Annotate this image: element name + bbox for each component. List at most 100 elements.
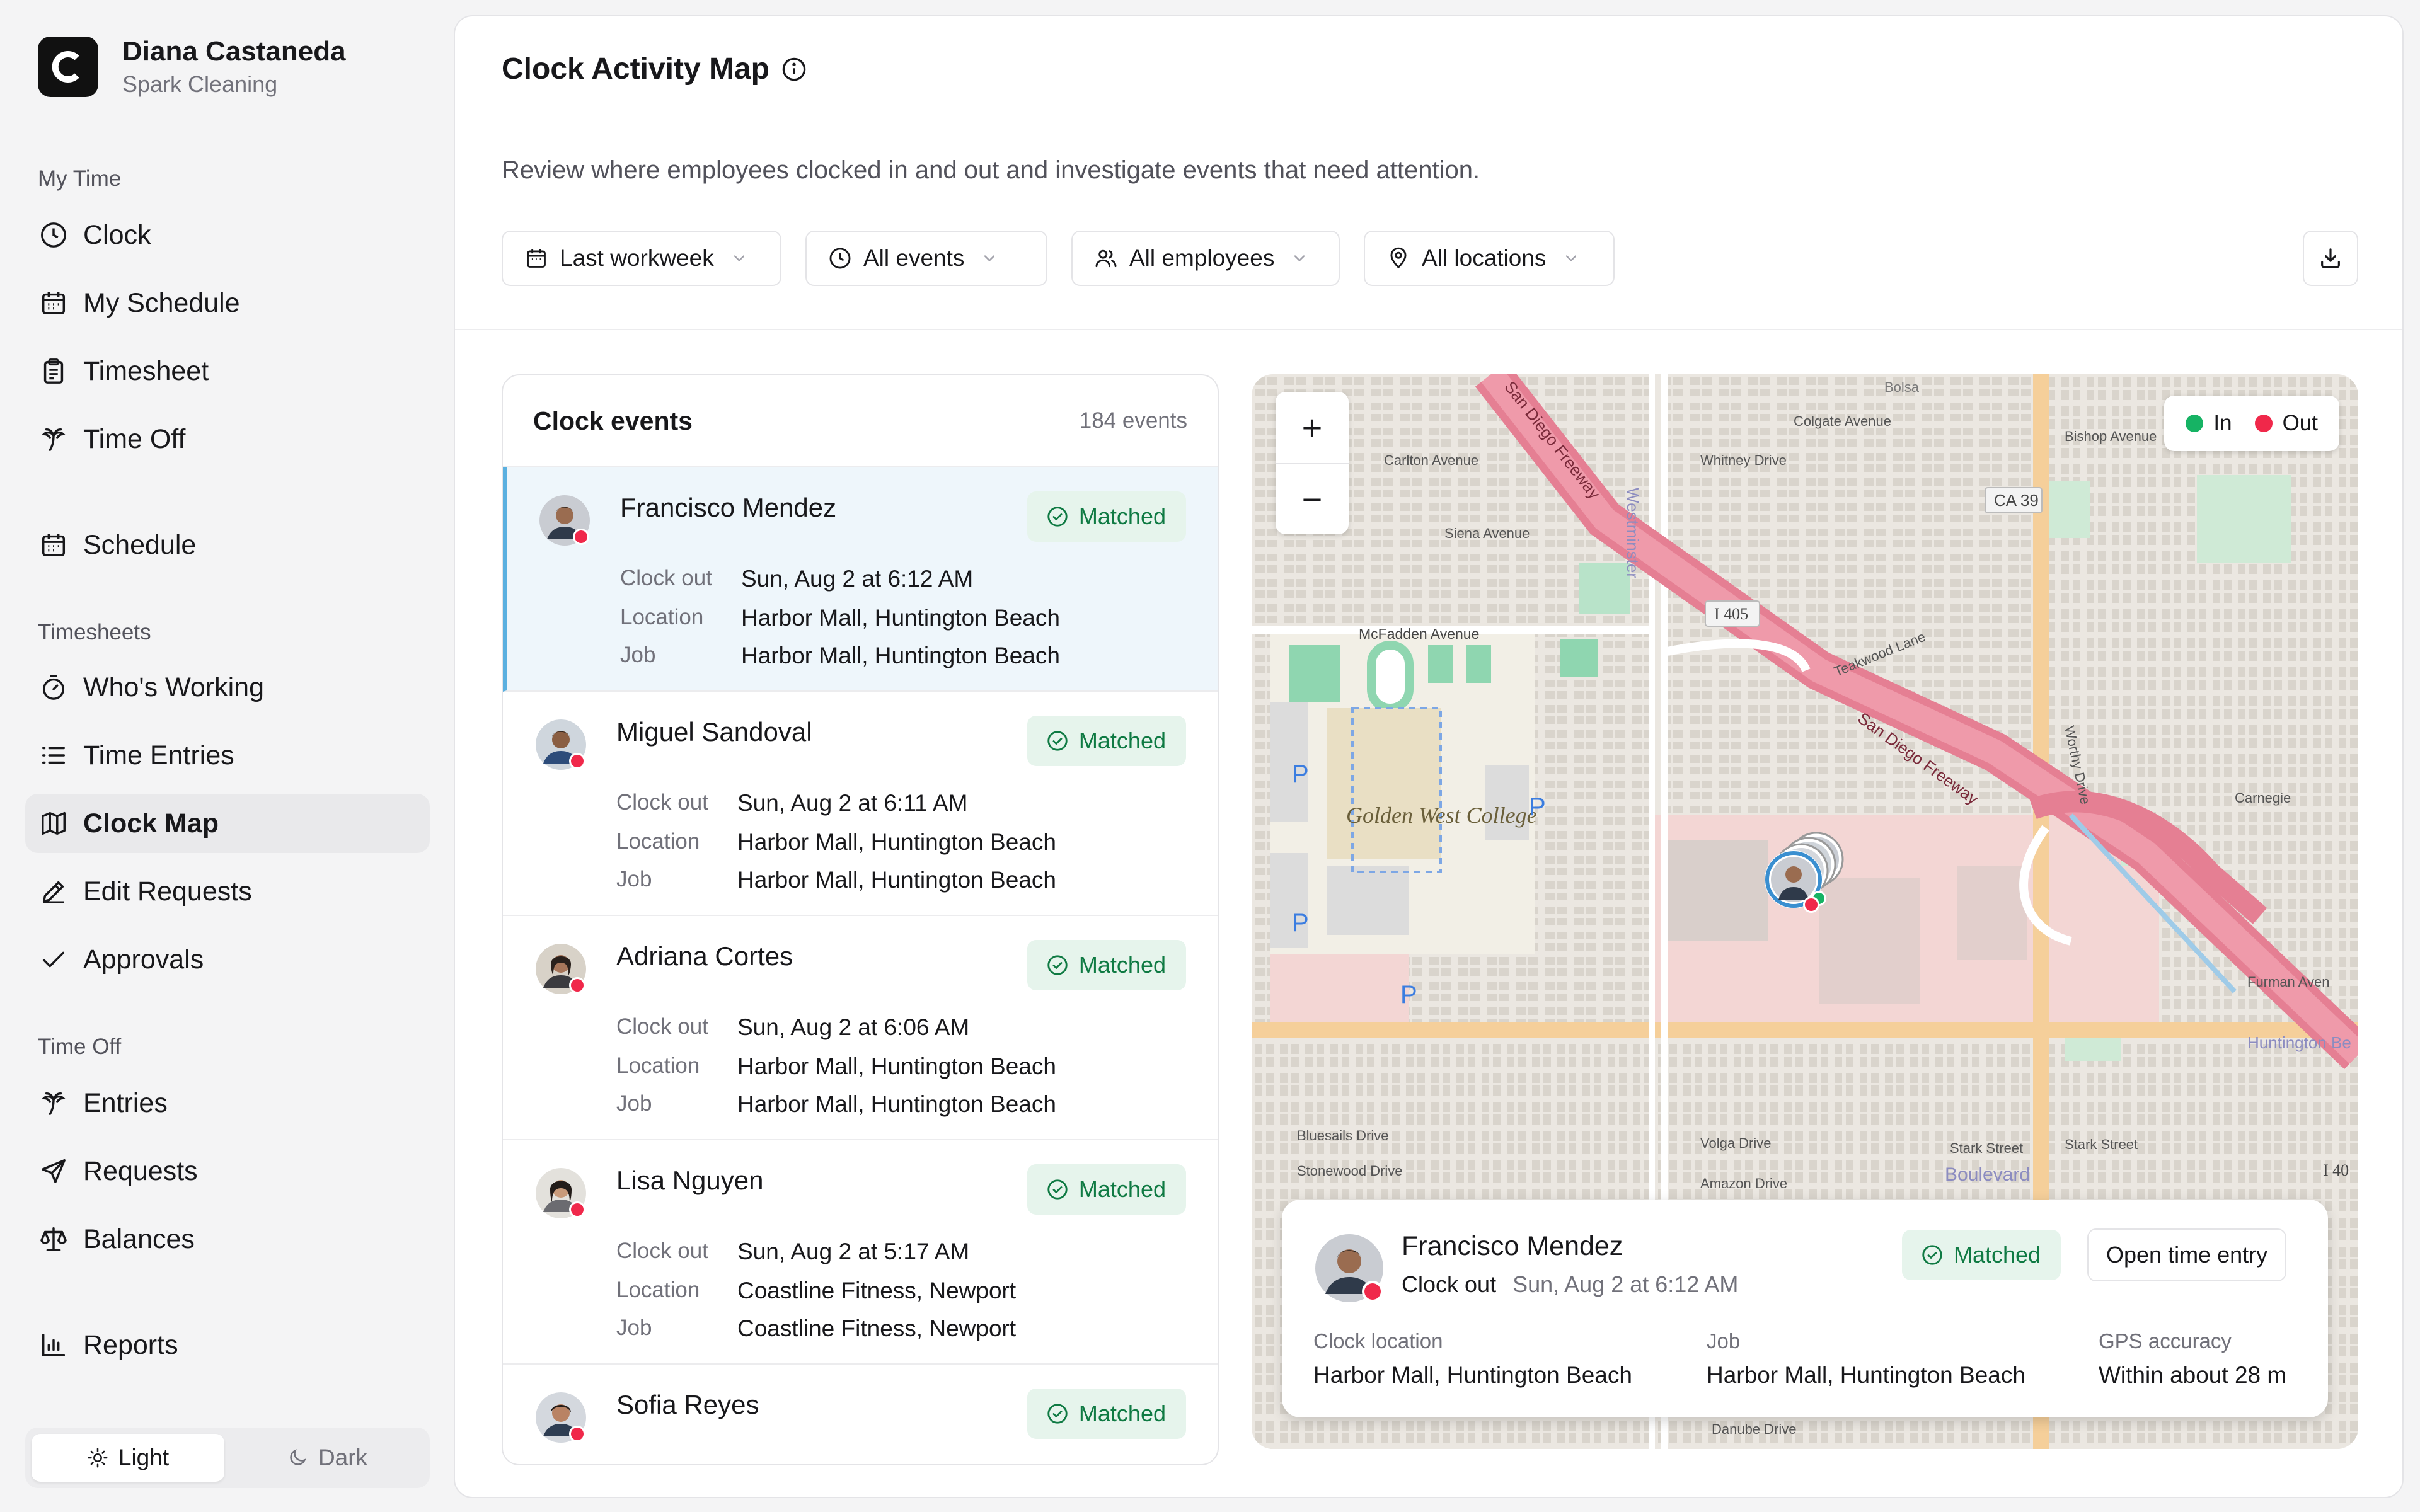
job-label: Job: [616, 1315, 652, 1340]
status-label: Matched: [1078, 503, 1166, 529]
main-panel: Clock Activity Map Review where employee…: [454, 15, 2404, 1498]
event-list-item[interactable]: Miguel Sandoval Matched Clock out Sun, Au…: [503, 692, 1218, 916]
dark-theme-button[interactable]: Dark: [231, 1434, 424, 1482]
map-label-volga: Volga Drive: [1700, 1135, 1772, 1151]
section-my-time: My Time: [38, 166, 122, 191]
map-label-huntington-be: Huntington Be: [2247, 1033, 2351, 1052]
sidebar-item-reports[interactable]: Reports: [25, 1315, 430, 1375]
parking-marker: P: [1292, 760, 1309, 788]
map-label-bolsa: Bolsa: [1884, 379, 1920, 395]
employee-name: Adriana Cortes: [616, 941, 793, 971]
job-label: Job: [616, 867, 652, 891]
event-job: Harbor Mall, Huntington Beach: [737, 867, 1056, 893]
zoom-out-button[interactable]: −: [1276, 464, 1349, 534]
location-pin-icon: [1390, 247, 1407, 269]
sidebar-item-label: Timesheet: [83, 355, 209, 386]
sidebar-item-label: Entries: [83, 1087, 168, 1118]
sidebar-item-approvals[interactable]: Approvals: [25, 930, 430, 989]
employee-name: Lisa Nguyen: [616, 1166, 764, 1195]
event-location: Harbor Mall, Huntington Beach: [737, 829, 1056, 855]
event-type-label: Clock out: [616, 1014, 708, 1039]
check-circle-icon: [1047, 1179, 1068, 1200]
map-label-stark-1: Stark Street: [1950, 1140, 2023, 1156]
job-label: Job: [620, 643, 656, 667]
info-icon[interactable]: [781, 56, 807, 83]
status-badge: Matched: [1027, 491, 1186, 542]
card-employee-name: Francisco Mendez: [1402, 1231, 1623, 1261]
sidebar-item-my-schedule[interactable]: My Schedule: [25, 273, 430, 333]
checkmark-icon: [38, 944, 69, 975]
light-label: Light: [118, 1445, 170, 1470]
pencil-icon: [38, 876, 69, 907]
sidebar-item-label: Clock: [83, 219, 151, 250]
calendar-icon: [38, 287, 69, 319]
open-time-entry-button[interactable]: Open time entry: [2087, 1228, 2287, 1281]
map-label-siena: Siena Avenue: [1444, 525, 1530, 541]
sidebar-item-label: Time Entries: [83, 740, 234, 770]
employee-filter[interactable]: All employees: [1071, 231, 1340, 286]
sidebar-item-whos-working[interactable]: Who's Working: [25, 658, 430, 717]
employee-name: Sofia Reyes: [616, 1390, 759, 1419]
map-label-mcfadden: McFadden Avenue: [1359, 626, 1479, 642]
event-list-item[interactable]: Sofia Reyes Matched: [503, 1365, 1218, 1464]
location-filter[interactable]: All locations: [1364, 231, 1615, 286]
company-name: Spark Cleaning: [122, 71, 278, 97]
filter-bar: Last workweek All events All employees A…: [502, 231, 1639, 286]
account-switcher[interactable]: Diana Castaneda Spark Cleaning: [38, 34, 346, 100]
zoom-in-button[interactable]: +: [1276, 392, 1349, 462]
scale-icon: [38, 1223, 69, 1255]
event-job: Coastline Fitness, Newport: [737, 1315, 1017, 1341]
moon-icon: [290, 1449, 306, 1465]
map-label-college: Golden West College: [1346, 803, 1537, 828]
download-button[interactable]: [2303, 231, 2358, 286]
light-theme-button[interactable]: Light: [32, 1434, 224, 1482]
event-detail-card: Francisco Mendez Clock out Sun, Aug 2 at…: [1282, 1200, 2328, 1418]
sidebar-item-schedule[interactable]: Schedule: [25, 515, 430, 575]
event-list-item[interactable]: Adriana Cortes Matched Clock out Sun, Aug…: [503, 916, 1218, 1140]
clock-events-panel: Clock events 184 events Francisco Mendez…: [502, 374, 1219, 1465]
sidebar-item-timesheet[interactable]: Timesheet: [25, 341, 430, 401]
sidebar-item-label: Clock Map: [83, 808, 219, 839]
sidebar-item-balances[interactable]: Balances: [25, 1210, 430, 1269]
user-name: Diana Castaneda: [122, 36, 346, 67]
sidebar-item-time-off[interactable]: Time Off: [25, 410, 430, 469]
map-label-stark-2: Stark Street: [2065, 1137, 2138, 1152]
date-range-filter[interactable]: Last workweek: [502, 231, 781, 286]
chevron-down-icon: [734, 255, 744, 262]
sidebar-item-clock[interactable]: Clock: [25, 205, 430, 265]
sidebar-item-requests[interactable]: Requests: [25, 1142, 430, 1201]
sidebar-item-label: Approvals: [83, 944, 204, 975]
map-label-colgate: Colgate Avenue: [1794, 413, 1891, 429]
employee-name: Miguel Sandoval: [616, 717, 812, 747]
map-label-i405: I 405: [1714, 605, 1748, 623]
sidebar-item-entries[interactable]: Entries: [25, 1074, 430, 1133]
sidebar-item-time-entries[interactable]: Time Entries: [25, 726, 430, 785]
event-list-item[interactable]: Lisa Nguyen Matched Clock out Sun, Aug 2 …: [503, 1140, 1218, 1365]
out-dot: [2254, 415, 2273, 432]
page-title: Clock Activity Map: [502, 52, 769, 86]
event-location: Harbor Mall, Huntington Beach: [741, 605, 1060, 631]
parking-marker: P: [1292, 909, 1309, 937]
map-label-westminster: Westminster: [1623, 488, 1642, 578]
list-icon: [38, 740, 69, 771]
map-label-bishop: Bishop Avenue: [2065, 428, 2157, 444]
event-type-value: All events: [863, 245, 965, 271]
avatar: [536, 1168, 586, 1218]
event-type-filter[interactable]: All events: [805, 231, 1047, 286]
gps-accuracy-value: Within about 28 m: [2099, 1362, 2287, 1388]
status-badge: Matched: [1027, 1164, 1186, 1215]
avatar: [539, 495, 590, 546]
calendar-icon: [38, 529, 69, 561]
sidebar-item-edit-requests[interactable]: Edit Requests: [25, 862, 430, 921]
employee-cluster-marker[interactable]: [1746, 829, 1853, 936]
event-list-item[interactable]: Francisco Mendez Matched Clock out Sun, A…: [503, 467, 1218, 692]
map-label-carnegie: Carnegie: [2235, 790, 2291, 806]
sidebar-item-clock-map[interactable]: Clock Map: [25, 794, 430, 853]
event-job: Harbor Mall, Huntington Beach: [737, 1091, 1056, 1117]
clock-location-value: Harbor Mall, Huntington Beach: [1313, 1362, 1632, 1388]
map-label-whitney: Whitney Drive: [1700, 452, 1787, 468]
location-label: Location: [616, 1278, 700, 1302]
date-range-value: Last workweek: [560, 245, 714, 271]
gps-accuracy-label: GPS accuracy: [2099, 1329, 2232, 1353]
clock-map[interactable]: Bolsa Colgate Avenue Bishop Avenue Whitn…: [1252, 374, 2358, 1449]
